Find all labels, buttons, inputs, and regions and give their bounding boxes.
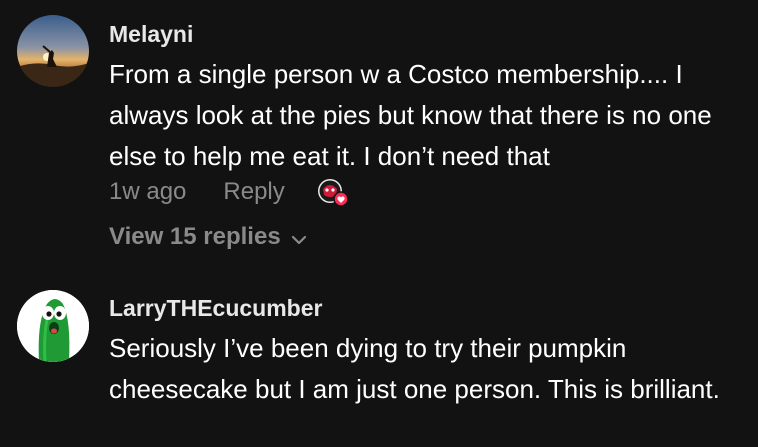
comment-username[interactable]: Melayni (109, 18, 740, 50)
reply-button[interactable]: Reply (223, 178, 284, 206)
avatar[interactable] (17, 290, 89, 362)
view-replies-button[interactable]: View 15 replies (109, 220, 307, 254)
comment-meta: 1w ago Reply (109, 174, 351, 210)
comment-username[interactable]: LarryTHEcucumber (109, 292, 740, 324)
comment-text: From a single person w a Costco membersh… (109, 59, 712, 171)
chevron-down-icon (291, 225, 307, 253)
creator-liked-heart-icon (315, 175, 351, 209)
comment-item: LarryTHEcucumber Seriously I’ve been dyi… (0, 270, 758, 447)
comment-text: Seriously I’ve been dying to try their p… (109, 333, 720, 404)
cucumber-cartoon-avatar-icon (17, 290, 89, 362)
comment-timestamp: 1w ago (109, 178, 187, 205)
comment-item: Melayni From a single person w a Costco … (0, 0, 758, 270)
view-replies-label: View 15 replies (109, 223, 281, 250)
sunset-photo-avatar-icon (17, 15, 89, 87)
avatar[interactable] (17, 15, 89, 87)
